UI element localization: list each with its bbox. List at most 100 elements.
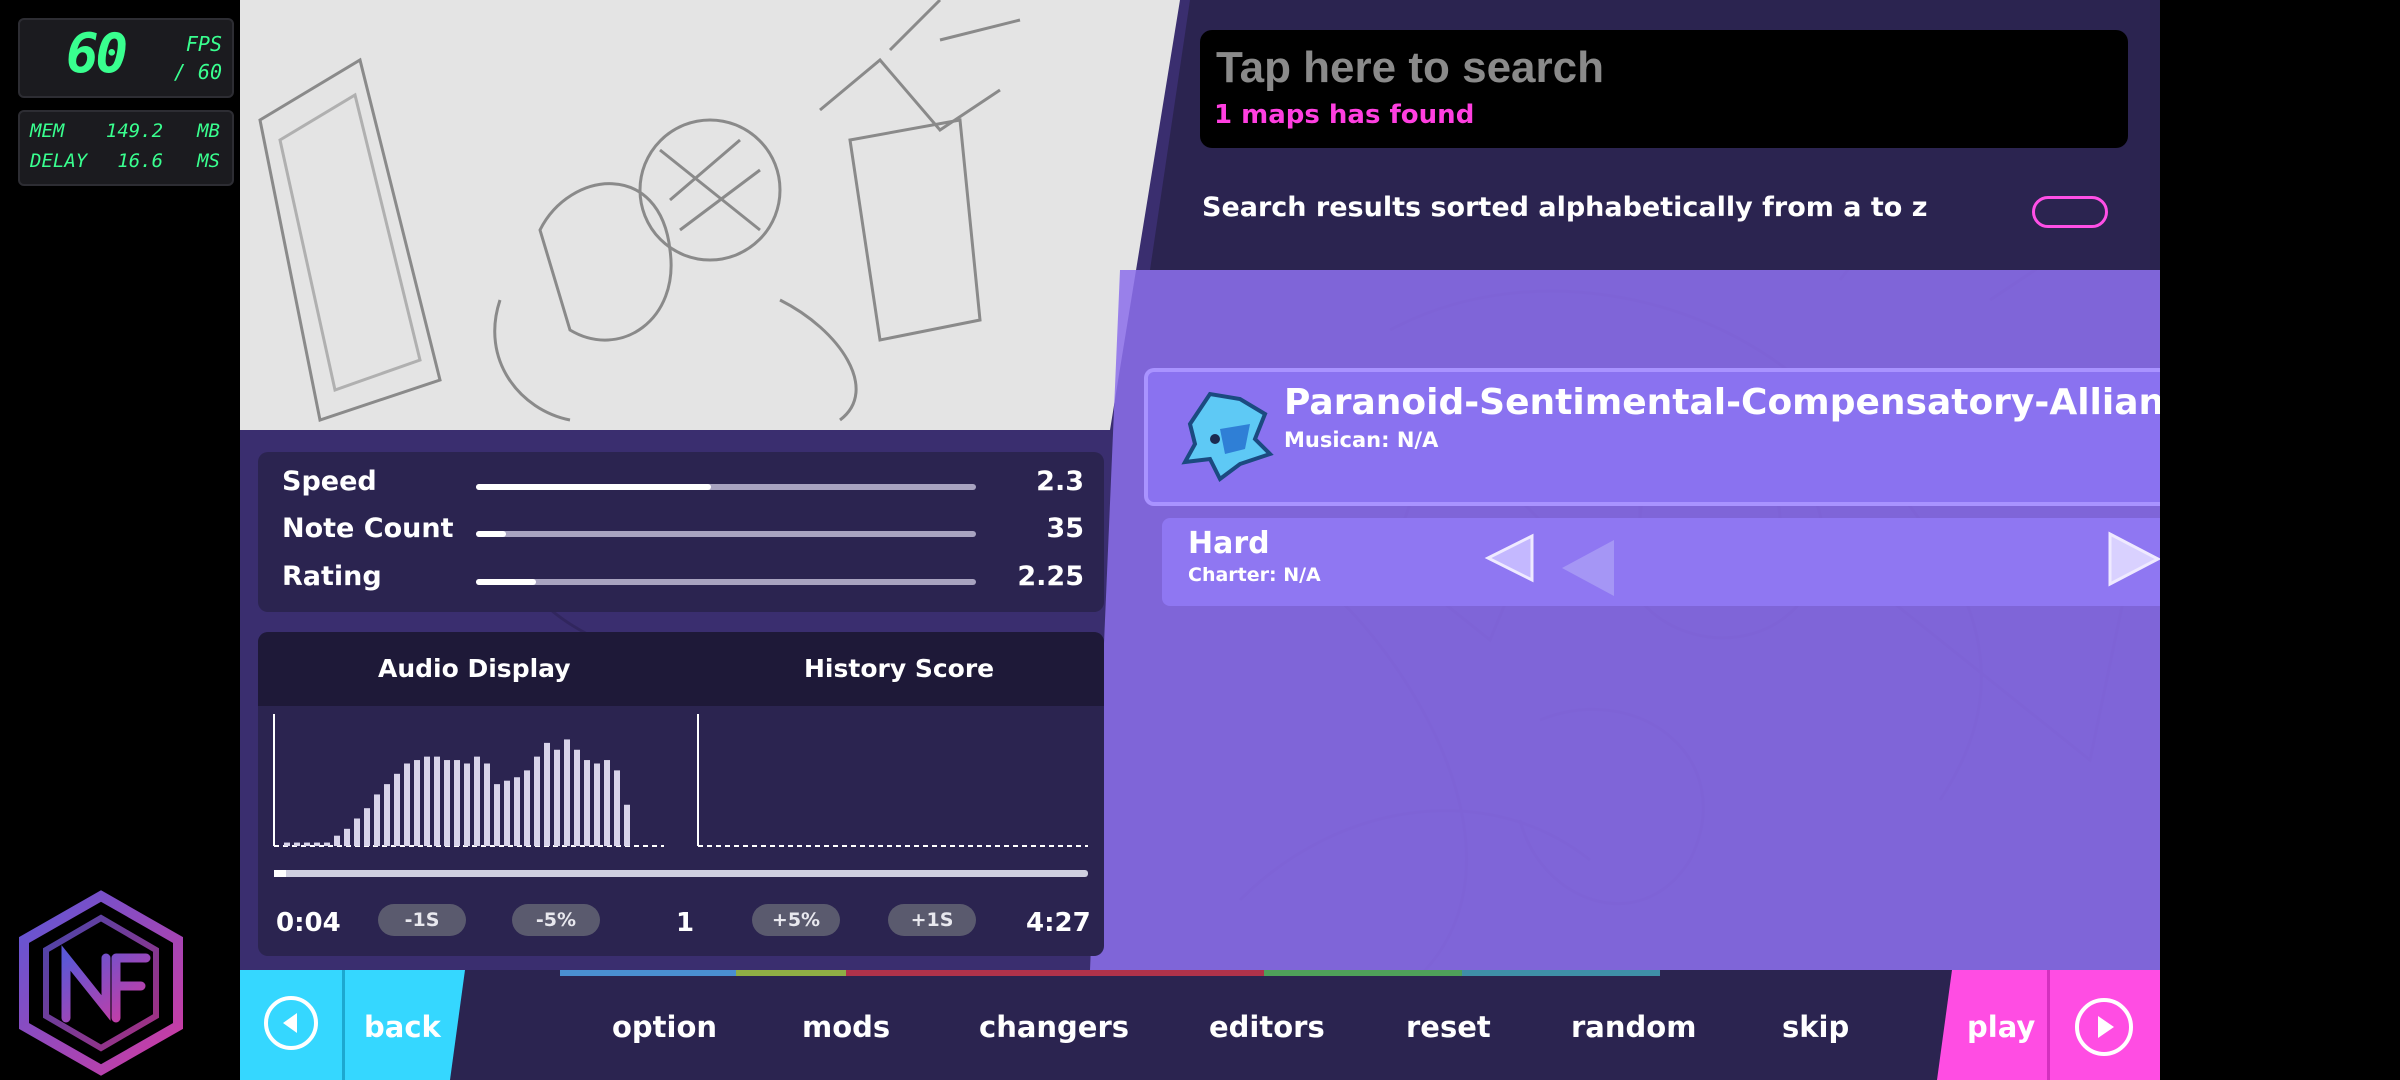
difficulty-name: Hard xyxy=(1188,526,1270,561)
song-musician: Musican: N/A xyxy=(1284,428,1439,452)
stat-note-count: Note Count 35 xyxy=(282,513,1084,553)
waveform-bar xyxy=(464,763,470,846)
stat-bar xyxy=(476,484,976,490)
waveform-bar xyxy=(534,756,540,846)
fps-max: / 60 xyxy=(173,60,222,84)
waveform-bar xyxy=(554,749,560,846)
stat-label: Speed xyxy=(282,466,377,497)
waveform-bar xyxy=(394,773,400,846)
reset-button[interactable]: reset xyxy=(1406,1010,1491,1044)
difficulty-charter: Charter: N/A xyxy=(1188,564,1321,586)
sort-label: Search results sorted alphabetically fro… xyxy=(1202,192,1928,223)
seek-back-1s-button[interactable]: -1S xyxy=(378,904,466,936)
stat-bar xyxy=(476,579,976,585)
waveform-bar xyxy=(414,760,420,846)
nf-logo xyxy=(19,890,183,1076)
stat-bar xyxy=(476,531,976,537)
fps-counter: 60 FPS / 60 xyxy=(18,18,234,98)
sort-toggle[interactable] xyxy=(2032,196,2108,228)
skip-button[interactable]: skip xyxy=(1782,1010,1849,1044)
rate-up-5p-button[interactable]: +5% xyxy=(752,904,840,936)
delay-value: 16.6 xyxy=(117,150,164,172)
right-arrow-note-icon xyxy=(2108,531,2160,587)
stat-value: 2.3 xyxy=(1036,466,1084,497)
memory-panel: MEM 149.2 MB DELAY 16.6 MS xyxy=(18,110,234,186)
waveform-bar xyxy=(374,794,380,846)
fps-label: FPS xyxy=(185,32,222,56)
waveform-bar xyxy=(544,742,550,846)
play-label: play xyxy=(1967,1010,2036,1044)
delay-label: DELAY xyxy=(30,150,88,172)
audio-waveform xyxy=(273,714,1088,847)
song-title: Paranoid-Sentimental-Compensatory-Allian… xyxy=(1284,382,2160,423)
song-progress-bar[interactable] xyxy=(274,870,1088,877)
editors-button[interactable]: editors xyxy=(1209,1010,1325,1044)
time-current: 0:04 xyxy=(276,908,341,938)
waveform-bar xyxy=(484,763,490,846)
random-button[interactable]: random xyxy=(1571,1010,1696,1044)
mods-button[interactable]: mods xyxy=(802,1010,890,1044)
play-icon xyxy=(2075,998,2133,1056)
stat-fill xyxy=(476,531,506,537)
waveform-bar xyxy=(564,739,570,846)
waveform-bar xyxy=(584,760,590,846)
seek-forward-1s-button[interactable]: +1S xyxy=(888,904,976,936)
game-screen: 1 maps has found Search results sorted a… xyxy=(240,0,2160,1080)
playback-rate: 1 xyxy=(676,908,695,938)
history-score-title: History Score xyxy=(804,654,995,683)
waveform-bar xyxy=(304,842,310,846)
waveform-bar xyxy=(424,756,430,846)
left-arrow-note-icon xyxy=(1484,533,1534,583)
waveform-bar xyxy=(384,784,390,846)
waveform-bar xyxy=(404,763,410,846)
waveform-bar xyxy=(344,828,350,846)
changers-button[interactable]: changers xyxy=(979,1010,1129,1044)
waveform-bar xyxy=(284,842,290,846)
character-icon xyxy=(1181,391,1274,483)
difficulty-item[interactable]: Hard Charter: N/A xyxy=(1162,518,2160,606)
song-cover-art xyxy=(240,0,1180,430)
cover-sketch xyxy=(258,0,1021,422)
stat-label: Note Count xyxy=(282,513,454,544)
waveform-bar xyxy=(294,842,300,846)
audio-display-title: Audio Display xyxy=(378,654,571,683)
waveform-bar xyxy=(354,818,360,846)
accent-strip xyxy=(560,970,1660,976)
audio-panel-header: Audio Display History Score xyxy=(258,632,1104,706)
left-arrow-note-icon xyxy=(1562,540,1614,596)
stat-value: 35 xyxy=(1046,513,1084,544)
waveform-bar xyxy=(334,835,340,846)
fps-value: 60 xyxy=(66,22,128,85)
waveform-bar xyxy=(614,770,620,846)
waveform-bar xyxy=(604,760,610,846)
waveform-bar xyxy=(514,777,520,846)
waveform-bar xyxy=(594,763,600,846)
waveform-bar xyxy=(574,749,580,846)
waveform-bar xyxy=(474,756,480,846)
waveform-bar xyxy=(434,756,440,846)
waveform-bar xyxy=(364,808,370,846)
chart-stats-panel: Speed 2.3 Note Count 35 Rating 2.25 xyxy=(258,452,1104,612)
search-input[interactable] xyxy=(1214,38,2098,98)
search-box[interactable]: 1 maps has found xyxy=(1200,30,2128,148)
stat-fill xyxy=(476,484,711,490)
back-label: back xyxy=(364,1010,441,1044)
waveform-bar xyxy=(444,760,450,846)
progress-fill xyxy=(274,870,287,877)
waveform-bar xyxy=(524,770,530,846)
waveform-bar xyxy=(324,842,330,846)
delay-unit: MS xyxy=(197,150,220,172)
song-item[interactable]: Paranoid-Sentimental-Compensatory-Allian… xyxy=(1144,368,2160,506)
back-button[interactable]: back xyxy=(240,970,465,1080)
mem-unit: MB xyxy=(197,120,220,142)
rate-down-5p-button[interactable]: -5% xyxy=(512,904,600,936)
bottom-nav: back option mods changers editors reset … xyxy=(240,970,2160,1080)
play-button[interactable]: play xyxy=(1937,970,2160,1080)
waveform-bar xyxy=(494,784,500,846)
mem-label: MEM xyxy=(30,120,65,142)
stat-speed: Speed 2.3 xyxy=(282,466,1084,506)
option-button[interactable]: option xyxy=(612,1010,717,1044)
waveform-bar xyxy=(454,760,460,846)
waveform-bar xyxy=(314,842,320,846)
stat-rating: Rating 2.25 xyxy=(282,561,1084,601)
